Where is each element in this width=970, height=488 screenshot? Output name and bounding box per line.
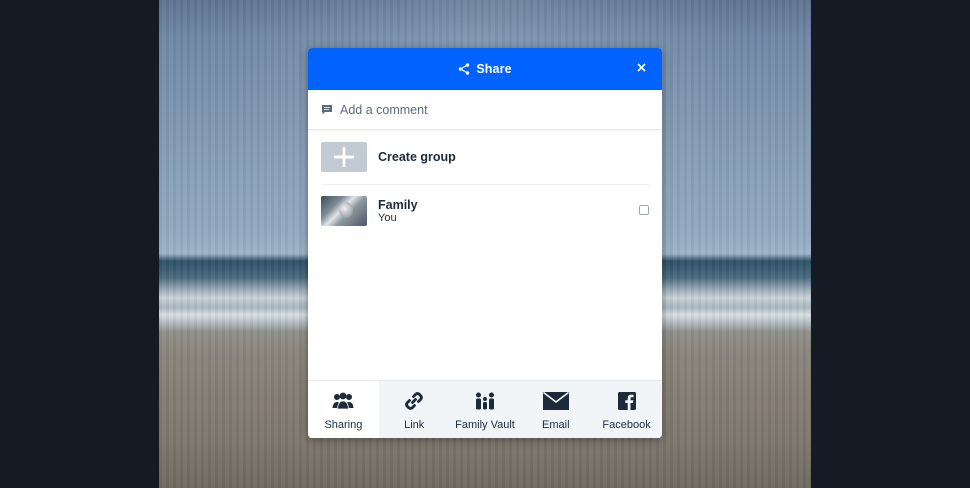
group-item-family[interactable]: Family You: [321, 185, 649, 237]
tab-label: Facebook: [602, 419, 651, 431]
group-members: You: [378, 211, 397, 224]
tab-facebook[interactable]: Facebook: [591, 381, 662, 438]
tab-email[interactable]: Email: [520, 381, 591, 438]
facebook-icon: [617, 391, 636, 411]
share-dialog: Share Add a comment Create group Family …: [308, 48, 662, 438]
tab-label: Email: [542, 419, 570, 431]
create-group-button[interactable]: Create group: [321, 130, 649, 185]
family-icon: [474, 391, 496, 411]
tab-sharing[interactable]: Sharing: [308, 381, 379, 438]
comment-input[interactable]: Add a comment: [308, 90, 662, 130]
dialog-title-group: Share: [458, 62, 512, 76]
group-text: Family You: [378, 198, 418, 225]
tab-label: Link: [404, 419, 425, 431]
close-button[interactable]: [634, 61, 648, 75]
group-thumbnail: [321, 196, 367, 226]
tab-link[interactable]: Link: [379, 381, 450, 438]
group-name: Family: [378, 197, 418, 212]
share-icon: [458, 63, 470, 75]
people-icon: [332, 391, 354, 411]
share-options-bar: Sharing Link Family Vault Email Facebook: [308, 380, 662, 438]
group-list: Create group Family You: [308, 130, 662, 237]
comment-placeholder: Add a comment: [340, 102, 428, 117]
comment-icon: [321, 104, 333, 116]
tab-label: Sharing: [324, 419, 363, 431]
tab-label: Family Vault: [455, 419, 515, 431]
envelope-icon: [542, 391, 569, 411]
dialog-header: Share: [308, 48, 662, 90]
link-icon: [404, 391, 424, 411]
create-group-label: Create group: [378, 150, 456, 164]
dialog-title: Share: [476, 62, 512, 76]
plus-icon: [321, 142, 367, 172]
close-icon: [636, 59, 646, 77]
group-checkbox[interactable]: [639, 205, 649, 215]
tab-family-vault[interactable]: Family Vault: [450, 381, 521, 438]
